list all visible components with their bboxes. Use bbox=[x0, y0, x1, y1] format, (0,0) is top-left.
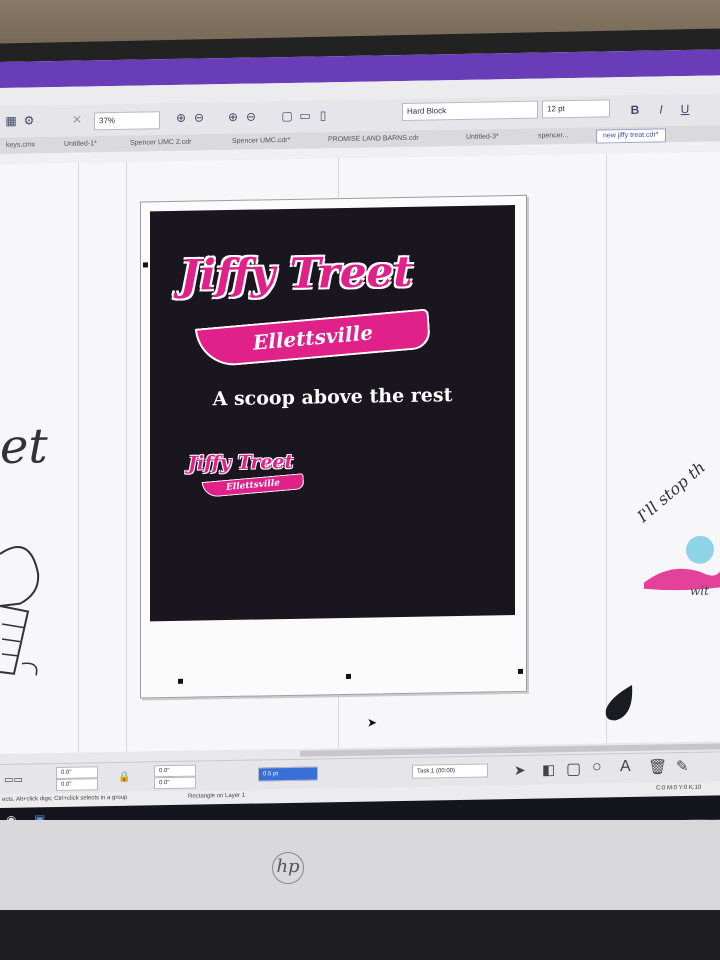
position-y-field[interactable]: 0.0" bbox=[56, 778, 98, 792]
zoom-height-icon[interactable]: ▯ bbox=[316, 108, 330, 122]
status-hint: ects. Alt+click digs; Ctrl+click selects… bbox=[2, 794, 128, 803]
shape-icons[interactable]: ▭▭ bbox=[4, 775, 23, 786]
bold-button[interactable]: B bbox=[628, 103, 642, 117]
tab-untitled-1[interactable]: Untitled-1* bbox=[58, 138, 103, 151]
tab-spencer[interactable]: spencer... bbox=[532, 130, 574, 143]
status-object: Rectangle on Layer 1 bbox=[188, 792, 246, 800]
delete-icon[interactable]: 🗑 bbox=[648, 757, 667, 775]
status-color: C:0 M:0 Y:0 K:10 bbox=[656, 784, 702, 792]
tab-spencer-umc-2[interactable]: Spencer UMC 2.cdr bbox=[124, 137, 197, 150]
zoom-out-icon[interactable]: ⊖ bbox=[192, 110, 206, 124]
zoom-page-icon[interactable]: ▢ bbox=[280, 109, 294, 123]
selection-handle[interactable] bbox=[143, 262, 148, 268]
lock-ratio-icon[interactable]: 🔒 bbox=[118, 772, 130, 783]
drawing-canvas[interactable]: et I'll stop th wit Jiffy Treet Ellettsv… bbox=[0, 151, 720, 754]
monitor-stand bbox=[0, 910, 720, 960]
zoom-width-icon[interactable]: ▭ bbox=[298, 109, 312, 123]
task-dropdown[interactable]: Task 1 (00:00) bbox=[412, 763, 488, 779]
shirt-design-artboard[interactable]: Jiffy Treet Ellettsville A scoop above t… bbox=[150, 205, 515, 622]
outline-width-field[interactable]: 0.5 pt bbox=[258, 766, 318, 782]
zoom-in-icon[interactable]: ⊕ bbox=[174, 111, 188, 125]
mouse-pointer-icon: ➤ bbox=[367, 715, 378, 730]
mini-brand-logo-text: Jiffy Treet bbox=[188, 450, 294, 475]
guideline[interactable] bbox=[126, 161, 127, 752]
mini-location-banner: Ellettsville bbox=[201, 473, 305, 499]
zoom-all-icon[interactable]: ⊖ bbox=[244, 109, 258, 124]
tab-keys[interactable]: keys.cmx bbox=[0, 139, 41, 152]
selection-handle[interactable] bbox=[346, 673, 351, 679]
zoom-selected-icon[interactable]: ⊕ bbox=[226, 110, 240, 124]
tagline-text: A scoop above the rest bbox=[212, 384, 453, 411]
underline-button[interactable]: U bbox=[678, 102, 692, 116]
left-script-art[interactable]: et bbox=[0, 418, 48, 475]
pen-tool-icon[interactable]: ✎ bbox=[676, 757, 689, 775]
drop-shape-icon[interactable] bbox=[604, 684, 634, 722]
right-small-text: wit bbox=[690, 583, 709, 598]
selection-handle[interactable] bbox=[518, 668, 523, 674]
size-width-field[interactable]: 0.0" bbox=[154, 764, 196, 778]
monitor-screen: ▦ ⚙ ✕ 37% ⊕ ⊖ ⊕ ⊖ ▢ ▭ ▯ Hard Block 12 pt… bbox=[0, 49, 720, 832]
ice-cream-cone-icon[interactable] bbox=[0, 533, 40, 684]
hp-logo: hp bbox=[272, 852, 304, 884]
size-height-field[interactable]: 0.0" bbox=[154, 776, 196, 790]
guideline[interactable] bbox=[78, 162, 79, 753]
close-icon[interactable]: ✕ bbox=[70, 113, 84, 127]
options-icon[interactable]: ⚙ bbox=[22, 113, 36, 127]
font-size-dropdown[interactable]: 12 pt bbox=[542, 99, 610, 119]
rectangle-tool-icon[interactable]: ▢ bbox=[566, 759, 581, 779]
brand-logo-text: Jiffy Treet bbox=[180, 246, 413, 300]
shape-tool-icon[interactable]: ◧ bbox=[542, 761, 555, 778]
mini-banner-text: Ellettsville bbox=[225, 478, 281, 493]
tab-promise-land-barns[interactable]: PROMISE LAND BARNS.cdr bbox=[322, 133, 425, 147]
selection-handle[interactable] bbox=[178, 678, 183, 684]
guideline[interactable] bbox=[606, 153, 607, 744]
font-list-dropdown[interactable]: Hard Block bbox=[402, 100, 538, 121]
snap-icon[interactable]: ▦ bbox=[4, 114, 18, 128]
right-script-art[interactable]: I'll stop th bbox=[634, 458, 709, 526]
pick-tool-icon[interactable]: ➤ bbox=[514, 762, 526, 779]
text-tool-icon[interactable]: A bbox=[620, 758, 631, 776]
tab-new-jiffy-treat[interactable]: new jiffy treat.cdr* bbox=[596, 128, 666, 144]
tab-untitled-3[interactable]: Untitled-3* bbox=[460, 131, 505, 144]
banner-text: Ellettsville bbox=[252, 320, 374, 355]
italic-button[interactable]: I bbox=[654, 102, 668, 116]
tab-spencer-umc[interactable]: Spencer UMC.cdr* bbox=[226, 135, 296, 148]
position-x-field[interactable]: 0.0" bbox=[56, 766, 98, 780]
monitor-bezel-bottom bbox=[0, 820, 720, 910]
zoom-level-field[interactable]: 37% bbox=[94, 111, 160, 131]
ellipse-tool-icon[interactable]: ○ bbox=[592, 758, 602, 776]
location-banner: Ellettsville bbox=[194, 308, 432, 369]
